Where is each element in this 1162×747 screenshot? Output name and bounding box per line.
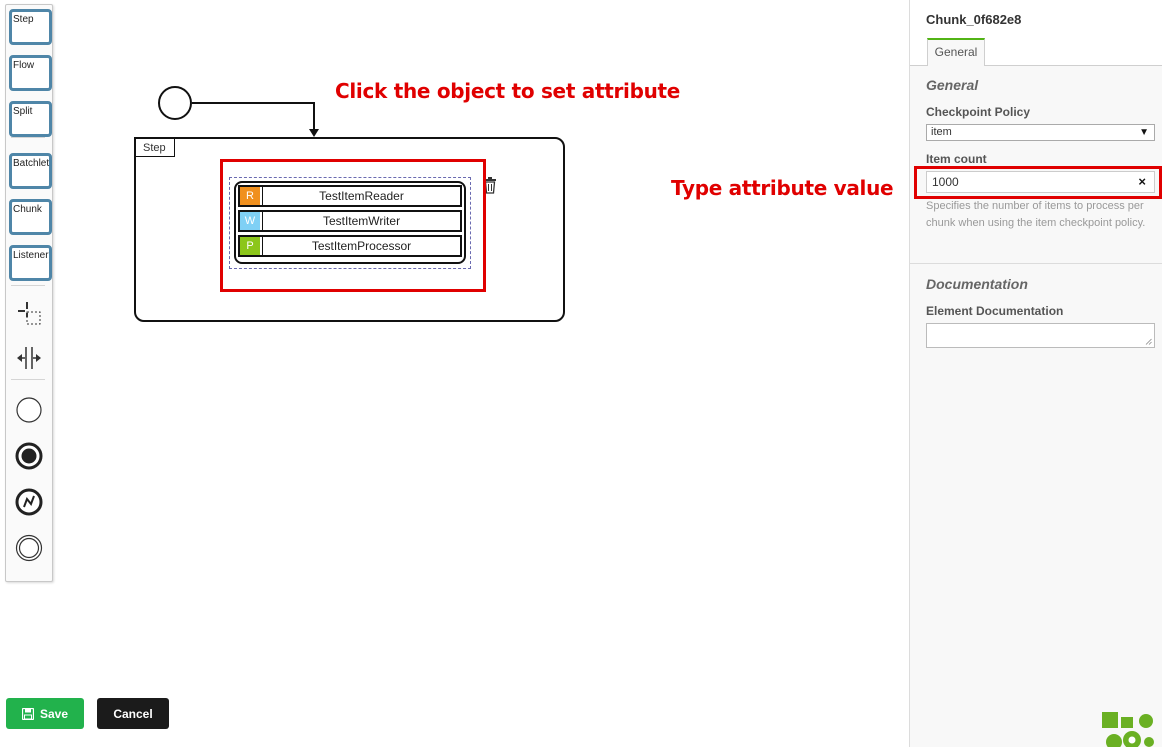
palette-divider [11,137,45,138]
checkpoint-policy-select[interactable]: item ▼ [926,124,1155,141]
annotation-type-value: Type attribute value [671,176,894,200]
cancel-button-label: Cancel [113,706,153,721]
item-count-label: Item count [926,152,987,166]
palette-divider [11,285,45,286]
properties-panel: Chunk_0f682e8 General General Checkpoint… [909,0,1162,747]
palette-item-split[interactable]: Split [9,101,52,137]
save-button-label: Save [39,706,69,721]
start-event-icon[interactable] [15,396,43,424]
start-event[interactable] [158,86,192,120]
end-event-icon[interactable] [15,442,43,470]
element-documentation-textarea[interactable] [926,323,1155,348]
app-logo-icon [1102,712,1154,747]
lasso-tool-icon[interactable] [15,300,43,328]
step-label: Step [134,137,175,157]
item-count-help: Specifies the number of items to process… [926,200,1146,229]
cancel-button[interactable]: Cancel [97,698,169,729]
chevron-down-icon: ▼ [1139,127,1149,138]
checkpoint-policy-value: item [931,126,952,138]
tab-general[interactable]: General [927,38,985,66]
palette-item-label: Step [13,14,34,25]
save-icon [21,707,34,720]
error-event-icon[interactable] [15,488,43,516]
section-general-heading: General [926,77,979,93]
palette-item-label: Flow [13,60,35,71]
checkpoint-policy-label: Checkpoint Policy [926,105,1031,119]
palette-item-label: Listener [13,250,49,261]
palette-item-chunk[interactable]: Chunk [9,199,52,235]
resize-handle-icon[interactable] [1145,338,1152,345]
space-tool-icon[interactable] [15,344,43,372]
panel-title: Chunk_0f682e8 [926,12,1022,27]
highlight-box-canvas [220,159,486,292]
intermediate-event-icon[interactable] [15,534,43,562]
highlight-box-panel [914,166,1162,199]
palette-item-batchlet[interactable]: Batchlet [9,153,52,189]
annotation-click-object: Click the object to set attribute [335,79,681,103]
palette-item-step[interactable]: Step [9,9,52,45]
palette-item-flow[interactable]: Flow [9,55,52,91]
palette-item-label: Split [13,106,33,117]
section-divider [910,263,1162,264]
section-documentation-heading: Documentation [926,276,1028,292]
element-palette: Step Flow Split Batchlet Chunk Listener [5,4,53,582]
save-button[interactable]: Save [6,698,84,729]
element-documentation-label: Element Documentation [926,304,1064,318]
palette-item-label: Chunk [13,204,42,215]
palette-item-label: Batchlet [13,158,50,169]
palette-divider [11,379,45,380]
palette-item-listener[interactable]: Listener [9,245,52,281]
sequence-flow-connector[interactable] [190,100,320,140]
